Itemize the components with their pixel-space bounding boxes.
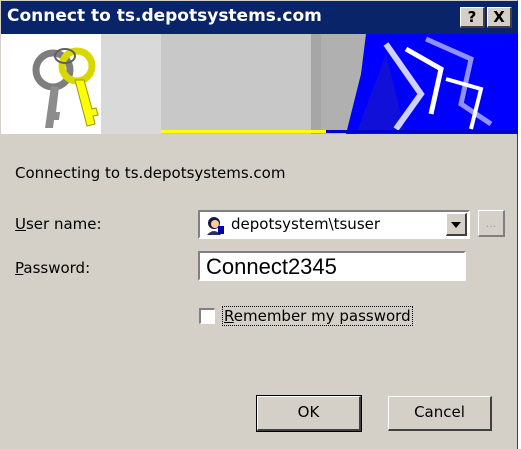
banner-image — [1, 34, 518, 134]
title-bar[interactable]: Connect to ts.depotsystems.com ? X — [1, 1, 518, 34]
username-value: depotsystem\tsuser — [231, 215, 381, 233]
window-title: Connect to ts.depotsystems.com — [7, 6, 322, 26]
browse-username-button[interactable]: ... — [478, 210, 505, 237]
username-combobox[interactable]: depotsystem\tsuser — [198, 210, 470, 239]
username-label-text: ser name: — [25, 215, 102, 233]
ok-button[interactable]: OK — [256, 395, 362, 432]
remember-label-text: emember my password — [233, 307, 411, 325]
username-accesskey: U — [15, 215, 26, 233]
password-label-text: assword: — [23, 259, 91, 277]
connect-dialog: Connect to ts.depotsystems.com ? X Conne… — [0, 0, 518, 449]
username-label: User name: — [15, 215, 102, 233]
cancel-button[interactable]: Cancel — [388, 396, 492, 431]
remember-password-checkbox[interactable] — [199, 308, 215, 324]
password-label: Password: — [15, 259, 90, 277]
chevron-down-icon[interactable] — [446, 213, 467, 236]
close-button[interactable]: X — [487, 7, 512, 28]
user-account-icon — [204, 215, 224, 235]
keys-icon — [32, 47, 99, 128]
help-button[interactable]: ? — [460, 7, 485, 28]
status-message: Connecting to ts.depotsystems.com — [15, 164, 286, 182]
remember-password-label[interactable]: Remember my password — [222, 306, 413, 326]
remember-accesskey: R — [224, 307, 234, 325]
password-field[interactable] — [198, 251, 466, 281]
